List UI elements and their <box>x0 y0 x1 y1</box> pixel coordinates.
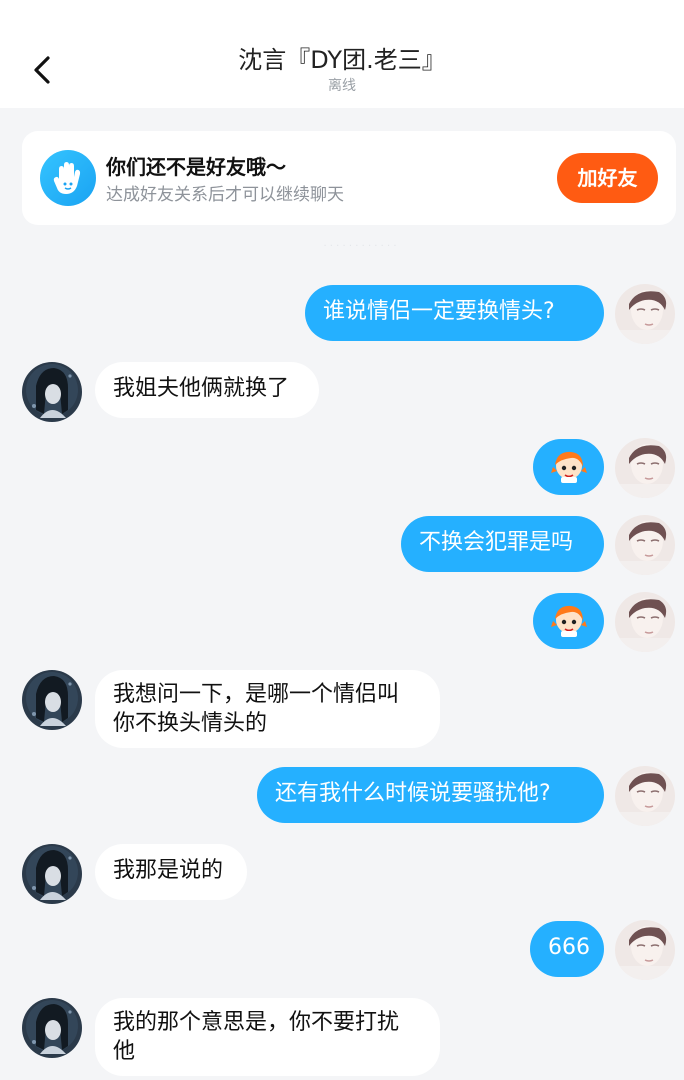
contact-avatar[interactable] <box>22 362 82 422</box>
contact-avatar[interactable] <box>22 998 82 1058</box>
wave-hand-icon <box>40 150 96 206</box>
my-avatar[interactable] <box>615 284 675 344</box>
faint-divider: · · · · · · · · · · · · <box>323 242 397 252</box>
banner-title: 你们还不是好友哦～ <box>106 155 286 179</box>
cartoon-girl-sticker-icon <box>551 605 587 638</box>
message-bubble-outgoing[interactable]: 666 <box>530 921 604 977</box>
contact-avatar[interactable] <box>22 844 82 904</box>
message-bubble-outgoing[interactable]: 谁说情侣一定要换情头? <box>305 285 604 341</box>
message-bubble-outgoing[interactable]: 还有我什么时候说要骚扰他? <box>257 767 604 823</box>
my-avatar[interactable] <box>615 766 675 826</box>
contact-name[interactable]: 沈言『DY团.老三』 <box>0 44 684 76</box>
my-avatar[interactable] <box>615 515 675 575</box>
message-bubble-outgoing[interactable]: 不换会犯罪是吗 <box>401 516 604 572</box>
message-bubble-incoming[interactable]: 我那是说的 <box>95 844 247 900</box>
my-avatar[interactable] <box>615 592 675 652</box>
message-bubble-incoming[interactable]: 我的那个意思是，你不要打扰 他 <box>95 998 440 1076</box>
message-bubble-incoming[interactable]: 我想问一下，是哪一个情侣叫 你不换头情头的 <box>95 670 440 748</box>
chat-header: 沈言『DY团.老三』 离线 <box>0 0 684 108</box>
online-status: 离线 <box>328 78 356 94</box>
sticker-bubble-outgoing[interactable] <box>533 439 604 495</box>
cartoon-girl-sticker-icon <box>551 451 587 484</box>
add-friend-button[interactable]: 加好友 <box>557 153 658 203</box>
sticker-bubble-outgoing[interactable] <box>533 593 604 649</box>
my-avatar[interactable] <box>615 438 675 498</box>
banner-subtitle: 达成好友关系后才可以继续聊天 <box>106 185 344 205</box>
contact-avatar[interactable] <box>22 670 82 730</box>
my-avatar[interactable] <box>615 920 675 980</box>
message-bubble-incoming[interactable]: 我姐夫他俩就换了 <box>95 362 319 418</box>
friend-request-banner: 你们还不是好友哦～ 达成好友关系后才可以继续聊天 加好友 <box>22 131 676 225</box>
